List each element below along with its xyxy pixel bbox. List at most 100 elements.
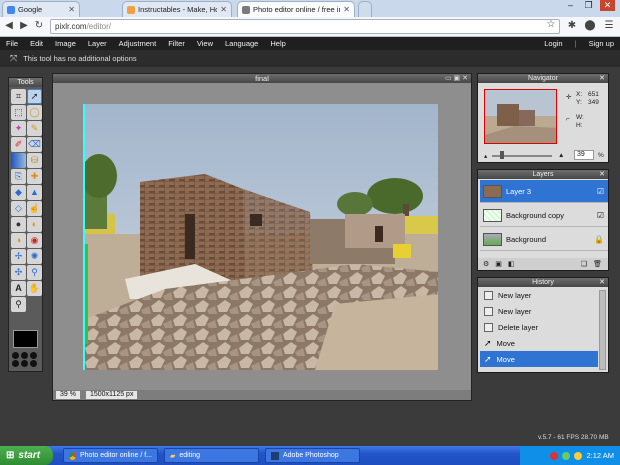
bucket-tool-icon[interactable]: ⛁	[27, 153, 42, 168]
layer-row[interactable]: Background copy ☑	[480, 204, 608, 227]
history-item[interactable]: Delete layer	[480, 319, 598, 335]
type-tool-icon[interactable]: A	[11, 281, 26, 296]
brush-tool-icon[interactable]: ✐	[11, 137, 26, 152]
blur-tool-icon[interactable]: ▲	[27, 185, 42, 200]
dot-icon[interactable]	[30, 352, 37, 359]
history-item[interactable]: New layer	[480, 303, 598, 319]
minimize-icon[interactable]: –	[563, 0, 578, 11]
layer-visible-checkbox[interactable]: ☑	[597, 187, 604, 196]
image-canvas[interactable]	[83, 104, 438, 370]
close-tab-icon[interactable]: ✕	[343, 5, 350, 14]
menu-file[interactable]: File	[0, 39, 24, 48]
navigator-thumbnail[interactable]	[484, 89, 557, 144]
zoom-in-icon[interactable]: ▲	[558, 152, 564, 159]
history-item[interactable]: New layer	[480, 287, 598, 303]
maximize-icon[interactable]: ❐	[581, 0, 596, 11]
color-swatch[interactable]	[13, 330, 38, 348]
smudge-tool-icon[interactable]: ☝	[27, 201, 42, 216]
close-doc-icon[interactable]: ✕	[462, 75, 468, 82]
delete-layer-icon[interactable]: 🗑	[593, 260, 602, 268]
login-link[interactable]: Login	[538, 39, 568, 48]
forward-icon[interactable]: ▶	[18, 20, 30, 31]
close-tab-icon[interactable]: ✕	[68, 5, 75, 14]
drawing-tool-icon[interactable]: ◆	[11, 185, 26, 200]
zoom-out-icon[interactable]: ▴	[484, 152, 487, 160]
back-icon[interactable]: ◀	[3, 20, 15, 31]
tray-network-icon[interactable]	[562, 451, 571, 460]
extension-icon[interactable]: ⬤	[584, 20, 596, 31]
zoom-slider-handle[interactable]	[500, 151, 504, 159]
menu-filter[interactable]: Filter	[162, 39, 191, 48]
menu-language[interactable]: Language	[219, 39, 264, 48]
zoom-field[interactable]: 39 %	[56, 391, 80, 399]
history-item[interactable]: ➚ Move	[480, 335, 598, 351]
layer-visible-checkbox[interactable]: ☑	[597, 211, 604, 220]
layer-style-icon[interactable]: ▣	[495, 260, 502, 268]
color-replace-icon[interactable]: ✚	[27, 169, 42, 184]
crop-tool-icon[interactable]: ⌗	[11, 89, 26, 104]
signup-link[interactable]: Sign up	[583, 39, 620, 48]
close-panel-icon[interactable]: ✕	[599, 170, 605, 179]
spot-heal-tool-icon[interactable]: ✢	[11, 249, 26, 264]
tray-alert-icon[interactable]	[550, 451, 559, 460]
pinch-tool-icon[interactable]: ✣	[11, 265, 26, 280]
layer-mask-icon[interactable]: ◧	[508, 260, 515, 268]
extension-icon[interactable]: ✱	[566, 20, 578, 31]
history-item[interactable]: ➚ Move	[480, 351, 598, 367]
dot-icon[interactable]	[30, 360, 37, 367]
close-tab-icon[interactable]: ✕	[220, 5, 227, 14]
navigator-zoom-input[interactable]: 39	[574, 150, 594, 160]
menu-adjustment[interactable]: Adjustment	[113, 39, 163, 48]
start-button[interactable]: ⊞ start	[0, 446, 53, 465]
reload-icon[interactable]: ↻	[33, 20, 45, 31]
layer-row[interactable]: Background 🔒	[480, 228, 608, 251]
eraser-tool-icon[interactable]: ⌫	[27, 137, 42, 152]
gradient-tool-icon[interactable]	[11, 153, 26, 168]
zoom-tool-icon[interactable]: ⚲	[11, 297, 26, 312]
taskbar-item-folder[interactable]: ▰ editing	[164, 448, 259, 463]
new-layer-icon[interactable]: ❏	[581, 260, 587, 268]
menu-help[interactable]: Help	[264, 39, 291, 48]
tab-google[interactable]: Google ✕	[2, 1, 80, 17]
sponge-tool-icon[interactable]: ●	[11, 217, 26, 232]
wand-tool-icon[interactable]: ✦	[11, 121, 26, 136]
taskbar-item-chrome[interactable]: Photo editor online / f...	[63, 448, 158, 463]
dot-icon[interactable]	[21, 352, 28, 359]
sharpen-tool-icon[interactable]: ◇	[11, 201, 26, 216]
clone-tool-icon[interactable]: ⎘	[11, 169, 26, 184]
close-panel-icon[interactable]: ✕	[599, 74, 605, 83]
layer-row[interactable]: Layer 3 ☑	[480, 180, 608, 203]
dot-icon[interactable]	[12, 352, 19, 359]
color-picker-icon[interactable]: ⚲	[27, 265, 42, 280]
tab-pixlr[interactable]: Photo editor online / free ima ✕	[237, 1, 355, 17]
layer-lock-icon[interactable]: 🔒	[594, 235, 604, 244]
layer-options-icon[interactable]: ⚙	[483, 260, 489, 268]
taskbar-item-photoshop[interactable]: Adobe Photoshop	[265, 448, 360, 463]
bloat-tool-icon[interactable]: ✺	[27, 249, 42, 264]
maximize-doc-icon[interactable]: ▣	[454, 75, 461, 82]
move-tool-icon[interactable]: ➚	[27, 89, 42, 104]
menu-edit[interactable]: Edit	[24, 39, 49, 48]
pencil-tool-icon[interactable]: ✎	[27, 121, 42, 136]
dot-icon[interactable]	[21, 360, 28, 367]
new-tab-button[interactable]	[358, 1, 372, 17]
bookmark-star-icon[interactable]: ☆	[545, 19, 557, 30]
history-scrollbar[interactable]	[599, 290, 606, 370]
burn-tool-icon[interactable]: ◑	[11, 233, 26, 248]
tray-volume-icon[interactable]	[574, 451, 583, 460]
close-window-icon[interactable]: ✕	[600, 0, 615, 11]
marquee-tool-icon[interactable]: ⬚	[11, 105, 26, 120]
lasso-tool-icon[interactable]: ◯	[27, 105, 42, 120]
menu-view[interactable]: View	[191, 39, 219, 48]
menu-icon[interactable]: ☰	[603, 20, 615, 31]
dodge-tool-icon[interactable]: ◐	[27, 217, 42, 232]
close-panel-icon[interactable]: ✕	[599, 278, 605, 287]
menu-layer[interactable]: Layer	[82, 39, 113, 48]
menu-image[interactable]: Image	[49, 39, 82, 48]
hand-tool-icon[interactable]: ✋	[27, 281, 42, 296]
tab-instructables[interactable]: Instructables - Make, How To ✕	[122, 1, 232, 17]
red-eye-tool-icon[interactable]: ◉	[27, 233, 42, 248]
url-input[interactable]: pixlr.com/editor/	[50, 19, 560, 34]
dot-icon[interactable]	[12, 360, 19, 367]
minimize-doc-icon[interactable]: ▭	[445, 75, 452, 82]
